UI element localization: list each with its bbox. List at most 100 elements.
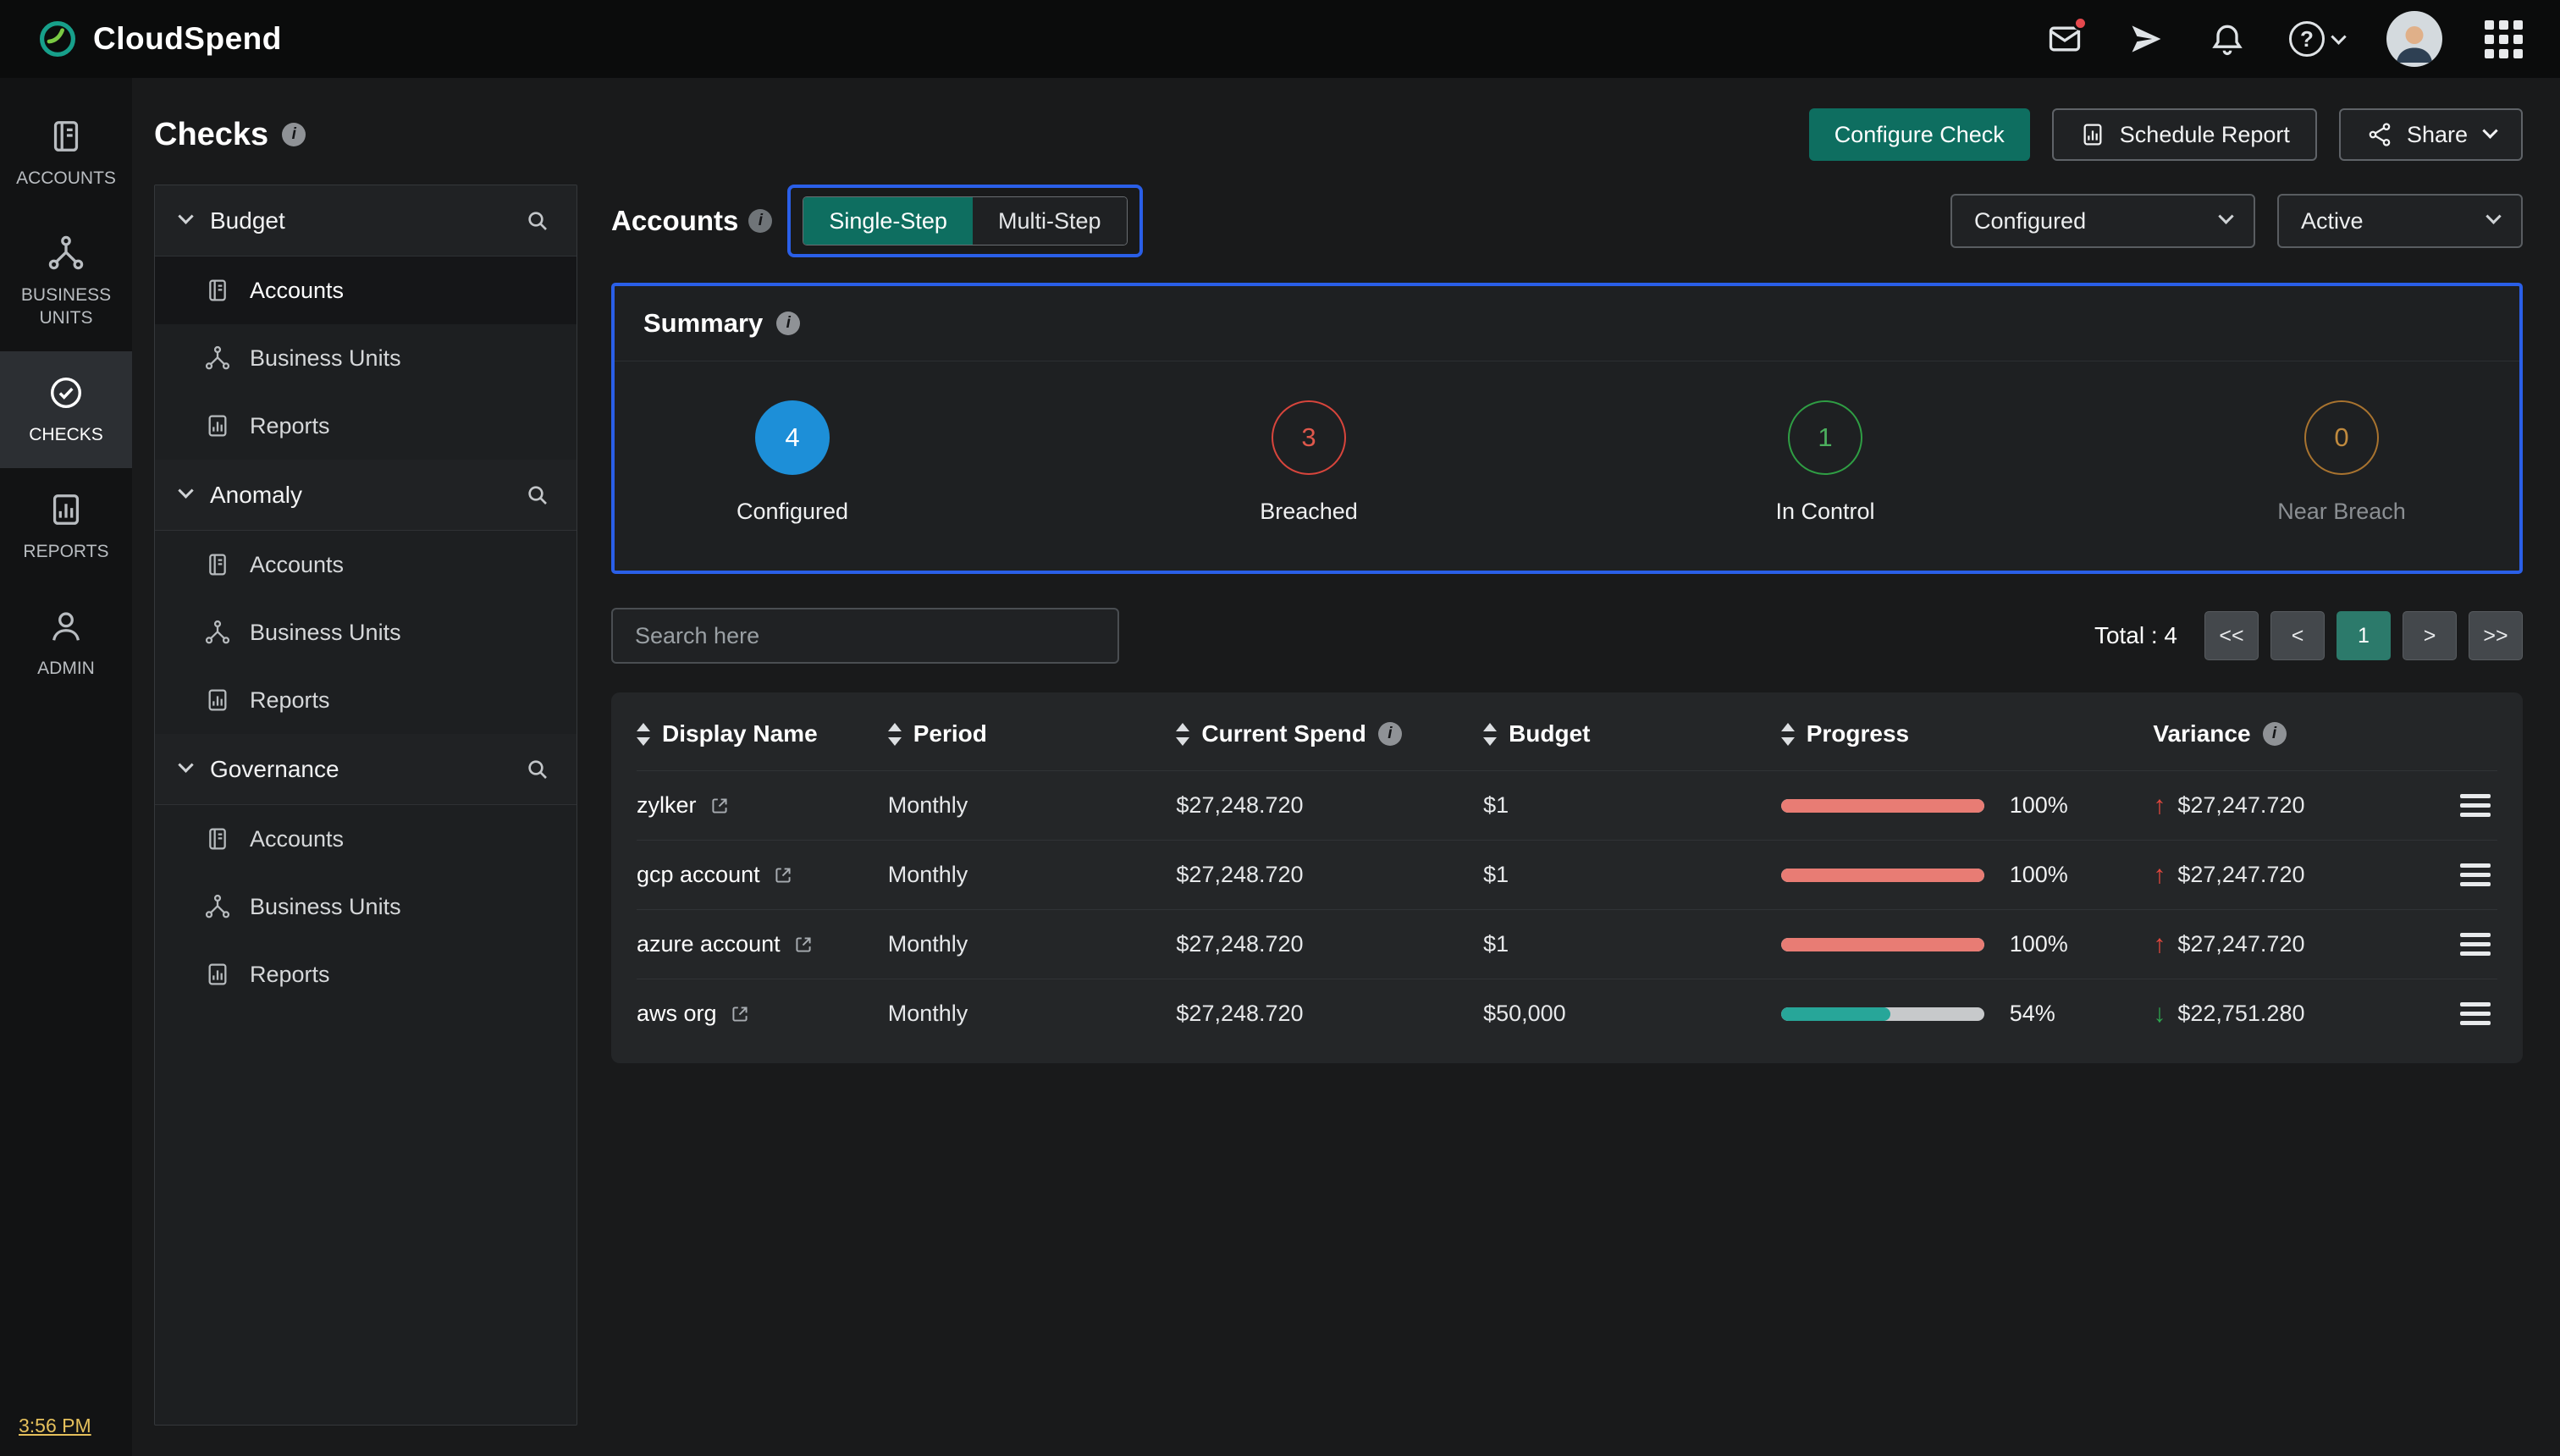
cell-actions — [2423, 1012, 2497, 1016]
cell-period: Monthly — [888, 862, 1177, 888]
sort-icon[interactable] — [888, 723, 902, 746]
rail-item-label: ADMIN — [37, 658, 95, 680]
rail-item-admin[interactable]: ADMIN — [0, 585, 132, 702]
configured-select[interactable]: Configured — [1950, 194, 2255, 248]
account-link[interactable]: gcp account — [637, 862, 760, 888]
group-label: Anomaly — [210, 482, 302, 509]
info-icon[interactable] — [776, 312, 800, 335]
app-shell: ACCOUNTS BUSINESS UNITS CHECKS REPORTS A… — [0, 78, 2560, 1456]
filters: Configured Active — [1950, 194, 2523, 248]
col-header-display-name[interactable]: Display Name — [637, 720, 888, 747]
col-header-period[interactable]: Period — [888, 720, 1177, 747]
sidebar-item-budget-accounts[interactable]: Accounts — [155, 256, 577, 324]
configured-select-value: Configured — [1974, 208, 2086, 234]
rail-item-accounts[interactable]: ACCOUNTS — [0, 95, 132, 212]
sort-icon[interactable] — [1781, 723, 1795, 746]
external-link-icon[interactable] — [792, 934, 814, 956]
sidebar-item-anomaly-business-units[interactable]: Business Units — [155, 598, 577, 666]
bell-icon[interactable] — [2208, 19, 2247, 58]
tab-single-step[interactable]: Single-Step — [803, 197, 973, 245]
network-nodes-icon — [204, 345, 231, 372]
sidebar-item-label: Accounts — [250, 826, 344, 852]
feedback-icon[interactable] — [2045, 19, 2084, 58]
account-link[interactable]: aws org — [637, 1001, 717, 1027]
col-header-progress[interactable]: Progress — [1781, 720, 2154, 747]
account-link[interactable]: azure account — [637, 931, 781, 957]
rail-item-checks[interactable]: CHECKS — [0, 351, 132, 468]
schedule-report-button[interactable]: Schedule Report — [2052, 108, 2317, 161]
sidebar-item-governance-business-units[interactable]: Business Units — [155, 873, 577, 940]
cell-progress: 54% — [1781, 1001, 2154, 1027]
apps-grid-icon[interactable] — [2485, 20, 2523, 58]
variance-up-icon: ↑ — [2153, 791, 2166, 820]
variance-value: $27,247.720 — [2177, 862, 2304, 888]
chevron-down-icon — [2482, 123, 2497, 138]
stat-in-control[interactable]: 1 In Control — [1749, 400, 1901, 525]
sidebar-group-governance[interactable]: Governance — [155, 734, 577, 805]
sidebar-item-governance-reports[interactable]: Reports — [155, 940, 577, 1008]
cell-progress: 100% — [1781, 792, 2154, 819]
search-icon[interactable] — [524, 756, 551, 783]
pagination-prev-button[interactable]: < — [2270, 611, 2325, 660]
info-icon[interactable] — [748, 209, 772, 233]
sidebar-item-governance-accounts[interactable]: Accounts — [155, 805, 577, 873]
sidebar-item-anomaly-reports[interactable]: Reports — [155, 666, 577, 734]
sidebar-item-budget-reports[interactable]: Reports — [155, 392, 577, 460]
row-menu-icon[interactable] — [2460, 942, 2491, 946]
sort-icon[interactable] — [637, 723, 650, 746]
row-menu-icon[interactable] — [2460, 1012, 2491, 1016]
info-icon[interactable] — [1378, 722, 1402, 746]
stat-value: 4 — [755, 400, 830, 475]
variance-value: $27,247.720 — [2177, 792, 2304, 819]
search-icon[interactable] — [524, 482, 551, 509]
row-menu-icon[interactable] — [2460, 873, 2491, 877]
pagination-next-button[interactable]: > — [2403, 611, 2457, 660]
sidebar-item-budget-business-units[interactable]: Business Units — [155, 324, 577, 392]
stat-configured[interactable]: 4 Configured — [716, 400, 869, 525]
help-icon[interactable] — [2289, 21, 2344, 57]
external-link-icon[interactable] — [729, 1003, 751, 1025]
info-icon[interactable] — [282, 123, 306, 146]
pagination-page-1-button[interactable]: 1 — [2337, 611, 2391, 660]
report-chart-icon — [47, 490, 86, 529]
accounts-table: Display Name Period Current Spend — [611, 692, 2523, 1063]
info-icon[interactable] — [2263, 722, 2287, 746]
cell-period: Monthly — [888, 931, 1177, 957]
sort-icon[interactable] — [1483, 723, 1497, 746]
stat-near-breach[interactable]: 0 Near Breach — [2265, 400, 2418, 525]
external-link-icon[interactable] — [772, 864, 794, 886]
cell-budget: $1 — [1483, 862, 1781, 888]
clock-time[interactable]: 3:56 PM — [19, 1415, 91, 1437]
active-select[interactable]: Active — [2277, 194, 2523, 248]
col-header-budget[interactable]: Budget — [1483, 720, 1781, 747]
page-title: Checks — [154, 117, 306, 153]
stat-label: Breached — [1260, 499, 1358, 525]
search-input[interactable] — [611, 608, 1119, 664]
rail-item-reports[interactable]: REPORTS — [0, 468, 132, 585]
pagination-first-button[interactable]: << — [2204, 611, 2259, 660]
rail-item-business-units[interactable]: BUSINESS UNITS — [0, 212, 132, 351]
col-header-current-spend[interactable]: Current Spend — [1176, 720, 1483, 747]
row-menu-icon[interactable] — [2460, 803, 2491, 808]
sidebar-group-anomaly[interactable]: Anomaly — [155, 460, 577, 531]
account-link[interactable]: zylker — [637, 792, 697, 819]
pagination-last-button[interactable]: >> — [2469, 611, 2523, 660]
search-icon[interactable] — [524, 207, 551, 234]
brand-name: CloudSpend — [93, 21, 282, 57]
col-header-variance[interactable]: Variance — [2153, 720, 2423, 747]
tab-multi-step[interactable]: Multi-Step — [973, 197, 1127, 245]
share-button[interactable]: Share — [2339, 108, 2523, 161]
sort-icon[interactable] — [1176, 723, 1189, 746]
sidebar-group-budget[interactable]: Budget — [155, 185, 577, 256]
external-link-icon[interactable] — [709, 795, 731, 817]
brand[interactable]: CloudSpend — [37, 19, 282, 59]
stat-breached[interactable]: 3 Breached — [1233, 400, 1385, 525]
stat-value: 1 — [1788, 400, 1862, 475]
rocket-icon[interactable] — [2127, 19, 2166, 58]
avatar[interactable] — [2386, 11, 2442, 67]
cell-variance: ↑ $27,247.720 — [2153, 791, 2423, 820]
cell-progress: 100% — [1781, 931, 2154, 957]
report-chart-icon — [204, 961, 231, 988]
configure-check-button[interactable]: Configure Check — [1809, 108, 2030, 161]
sidebar-item-anomaly-accounts[interactable]: Accounts — [155, 531, 577, 598]
